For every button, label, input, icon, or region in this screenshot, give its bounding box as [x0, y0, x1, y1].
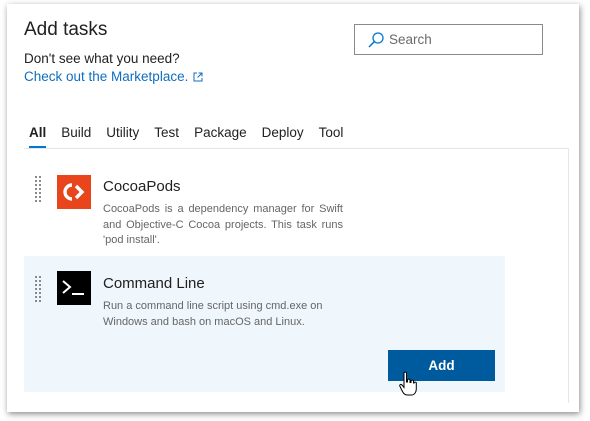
- tab-test[interactable]: Test: [154, 125, 179, 149]
- help-text: Don't see what you need?: [24, 51, 180, 66]
- task-item-command-line[interactable]: Command Line Run a command line script u…: [24, 256, 505, 396]
- marketplace-link-label: Check out the Marketplace.: [24, 69, 189, 84]
- hand-cursor-icon: [399, 371, 417, 396]
- terminal-icon: [57, 271, 91, 305]
- tab-deploy[interactable]: Deploy: [262, 125, 304, 149]
- search-input[interactable]: [389, 32, 539, 47]
- task-description: Run a command line script using cmd.exe …: [103, 300, 323, 328]
- search-icon: [368, 31, 384, 48]
- external-link-icon: [193, 72, 203, 81]
- panel-title: Add tasks: [24, 19, 108, 40]
- tab-utility[interactable]: Utility: [106, 125, 139, 149]
- add-tasks-panel: Add tasks Don't see what you need? Check…: [7, 4, 579, 412]
- task-name: CocoaPods: [103, 178, 181, 195]
- task-name: Command Line: [103, 275, 205, 292]
- tab-package[interactable]: Package: [194, 125, 247, 149]
- tab-tool[interactable]: Tool: [319, 125, 344, 149]
- tab-all[interactable]: All: [29, 125, 47, 149]
- tab-build[interactable]: Build: [61, 125, 91, 149]
- drag-handle-icon[interactable]: [35, 176, 42, 204]
- search-box[interactable]: [354, 24, 543, 55]
- drag-handle-icon[interactable]: [35, 276, 42, 304]
- cocoapods-icon: [57, 175, 91, 209]
- marketplace-link[interactable]: Check out the Marketplace.: [24, 69, 203, 84]
- task-item-cocoapods[interactable]: CocoaPods CocoaPods is a dependency mana…: [24, 162, 505, 248]
- category-tabs: All Build Utility Test Package Deploy To…: [29, 125, 358, 149]
- task-description: CocoaPods is a dependency manager for Sw…: [103, 203, 343, 246]
